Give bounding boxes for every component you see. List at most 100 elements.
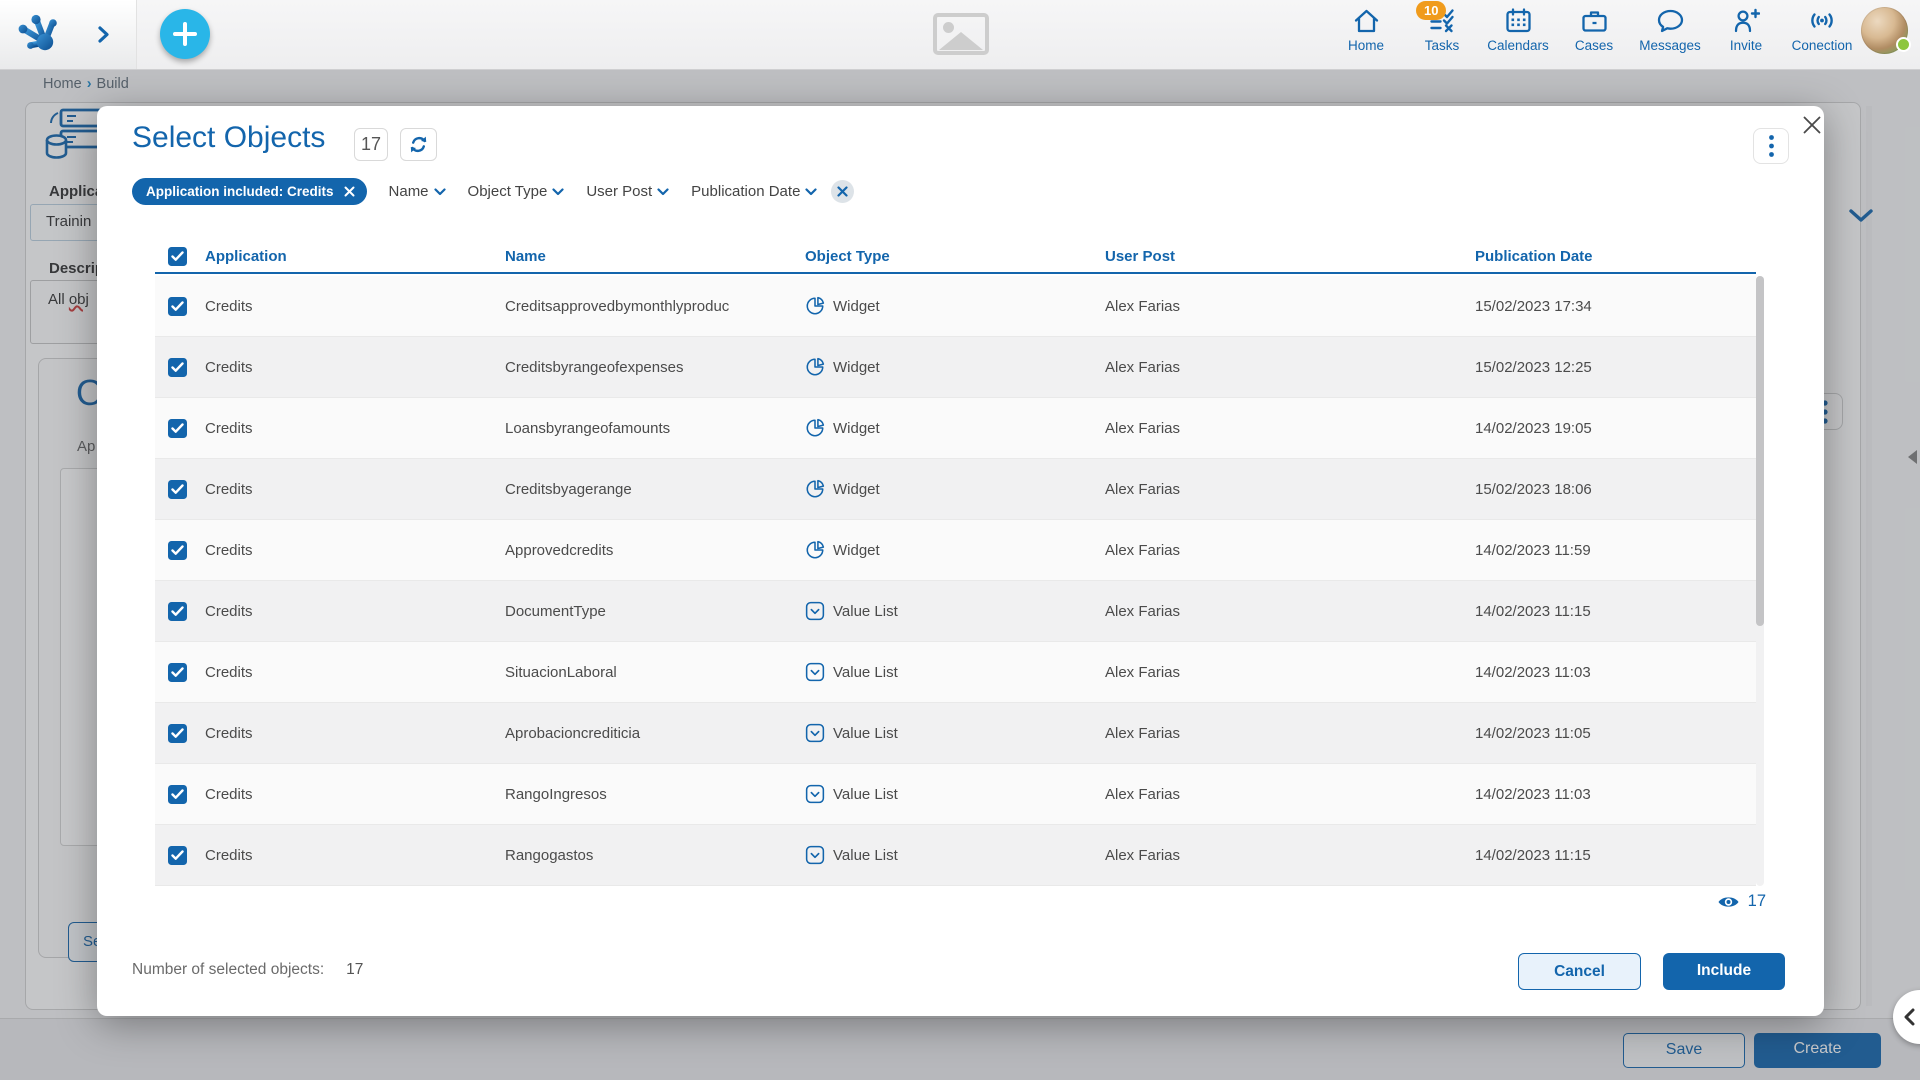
row-date: 15/02/2023 18:06 — [1475, 481, 1756, 498]
filter-dropdown-name[interactable]: Name — [389, 183, 446, 200]
nav-item-conection[interactable]: Conection — [1784, 8, 1860, 53]
nav-item-calendars[interactable]: Calendars — [1480, 8, 1556, 53]
modal-kebab-menu-button[interactable] — [1753, 128, 1789, 164]
row-date: 14/02/2023 11:03 — [1475, 786, 1756, 803]
user-avatar[interactable] — [1861, 7, 1908, 54]
row-user: Alex Farias — [1105, 725, 1475, 742]
table-scrollbar-thumb[interactable] — [1756, 276, 1764, 626]
select-all-checkbox[interactable] — [168, 247, 187, 266]
column-header-application: Application — [205, 248, 505, 265]
close-icon[interactable] — [1797, 110, 1827, 140]
row-type-label: Value List — [833, 603, 898, 620]
nav-item-cases[interactable]: Cases — [1556, 8, 1632, 53]
selected-objects-text: Number of selected objects: — [132, 961, 324, 978]
filter-dropdown-publication-date[interactable]: Publication Date — [691, 183, 817, 200]
row-checkbox[interactable] — [168, 297, 187, 316]
column-header-object-type: Object Type — [805, 248, 1105, 265]
nav-label: Calendars — [1487, 38, 1549, 53]
row-name: SituacionLaboral — [505, 664, 805, 681]
clear-icon — [837, 186, 848, 197]
edge-arrow-icon[interactable] — [1908, 450, 1917, 464]
table-row[interactable]: Credits DocumentType Value List Alex Far… — [155, 581, 1756, 642]
include-button[interactable]: Include — [1663, 953, 1785, 990]
row-name: RangoIngresos — [505, 786, 805, 803]
applied-filter-chip-label: Application included: Credits — [146, 184, 334, 199]
home-icon — [1353, 8, 1380, 34]
chevron-down-icon — [805, 188, 817, 196]
table-row[interactable]: Credits Creditsbyagerange Widget Alex Fa… — [155, 459, 1756, 520]
row-checkbox[interactable] — [168, 419, 187, 438]
row-type-label: Widget — [833, 359, 880, 376]
create-new-button[interactable] — [160, 9, 210, 59]
row-checkbox[interactable] — [168, 846, 187, 865]
remove-filter-icon[interactable] — [344, 186, 355, 197]
expand-sidebar-chevron-icon[interactable] — [98, 26, 110, 48]
table-row[interactable]: Credits Aprobacioncrediticia Value List … — [155, 703, 1756, 764]
row-type-label: Widget — [833, 542, 880, 559]
row-checkbox[interactable] — [168, 358, 187, 377]
table-header: Application Name Object Type User Post P… — [155, 240, 1756, 274]
cancel-button[interactable]: Cancel — [1518, 953, 1641, 990]
row-user: Alex Farias — [1105, 420, 1475, 437]
nav-item-tasks[interactable]: 10 Tasks — [1404, 8, 1480, 53]
table-row[interactable]: Credits Approvedcredits Widget Alex Fari… — [155, 520, 1756, 581]
row-checkbox[interactable] — [168, 663, 187, 682]
row-type-label: Value List — [833, 786, 898, 803]
table-row[interactable]: Credits Creditsapprovedbymonthlyproduc W… — [155, 276, 1756, 337]
selected-objects-label: Number of selected objects: 17 — [132, 961, 363, 979]
value-list-icon — [805, 601, 825, 621]
row-date: 14/02/2023 11:15 — [1475, 847, 1756, 864]
applied-filter-chip[interactable]: Application included: Credits — [132, 178, 367, 205]
row-type-label: Value List — [833, 664, 898, 681]
table-row[interactable]: Credits Loansbyrangeofamounts Widget Ale… — [155, 398, 1756, 459]
row-checkbox[interactable] — [168, 724, 187, 743]
row-checkbox[interactable] — [168, 480, 187, 499]
nav-label: Tasks — [1425, 38, 1460, 53]
row-name: Approvedcredits — [505, 542, 805, 559]
select-objects-modal: Select Objects 17 Application included: … — [97, 106, 1824, 1016]
table-row[interactable]: Credits Rangogastos Value List Alex Fari… — [155, 825, 1756, 886]
row-checkbox[interactable] — [168, 541, 187, 560]
selected-objects-count: 17 — [346, 961, 363, 978]
row-type-label: Widget — [833, 420, 880, 437]
filter-dropdown-object-type[interactable]: Object Type — [468, 183, 565, 200]
row-user: Alex Farias — [1105, 359, 1475, 376]
object-table-rows: Credits Creditsapprovedbymonthlyproduc W… — [155, 276, 1756, 886]
table-scrollbar-track — [1756, 276, 1764, 886]
row-application: Credits — [205, 420, 505, 437]
table-row[interactable]: Credits RangoIngresos Value List Alex Fa… — [155, 764, 1756, 825]
connection-signal-icon — [1808, 8, 1836, 34]
refresh-icon — [409, 135, 428, 154]
row-application: Credits — [205, 481, 505, 498]
nav-label: Home — [1348, 38, 1384, 53]
table-row[interactable]: Credits SituacionLaboral Value List Alex… — [155, 642, 1756, 703]
row-type-label: Value List — [833, 725, 898, 742]
screen: Home 10 Tasks — [0, 0, 1920, 1080]
row-checkbox[interactable] — [168, 785, 187, 804]
filter-dropdown-user-post[interactable]: User Post — [586, 183, 669, 200]
nav-item-invite[interactable]: Invite — [1708, 8, 1784, 53]
nav-item-home[interactable]: Home — [1328, 8, 1404, 53]
bizagi-logo-icon — [16, 13, 62, 60]
row-checkbox[interactable] — [168, 602, 187, 621]
visible-count-row: 17 — [155, 892, 1766, 911]
row-application: Credits — [205, 847, 505, 864]
chevron-down-icon — [657, 188, 669, 196]
eye-icon — [1717, 894, 1740, 910]
row-name: Loansbyrangeofamounts — [505, 420, 805, 437]
clear-filters-button[interactable] — [831, 180, 854, 203]
pie-chart-icon — [805, 418, 825, 438]
row-application: Credits — [205, 603, 505, 620]
row-user: Alex Farias — [1105, 603, 1475, 620]
table-row[interactable]: Credits Creditsbyrangeofexpenses Widget … — [155, 337, 1756, 398]
row-date: 14/02/2023 19:05 — [1475, 420, 1756, 437]
top-nav: Home 10 Tasks — [1328, 8, 1860, 53]
value-list-icon — [805, 662, 825, 682]
refresh-button[interactable] — [400, 128, 437, 161]
nav-label: Cases — [1575, 38, 1613, 53]
row-application: Credits — [205, 298, 505, 315]
nav-item-messages[interactable]: Messages — [1632, 8, 1708, 53]
row-name: Creditsapprovedbymonthlyproduc — [505, 298, 805, 315]
row-name: Rangogastos — [505, 847, 805, 864]
filter-dropdown-label: Name — [389, 183, 429, 200]
